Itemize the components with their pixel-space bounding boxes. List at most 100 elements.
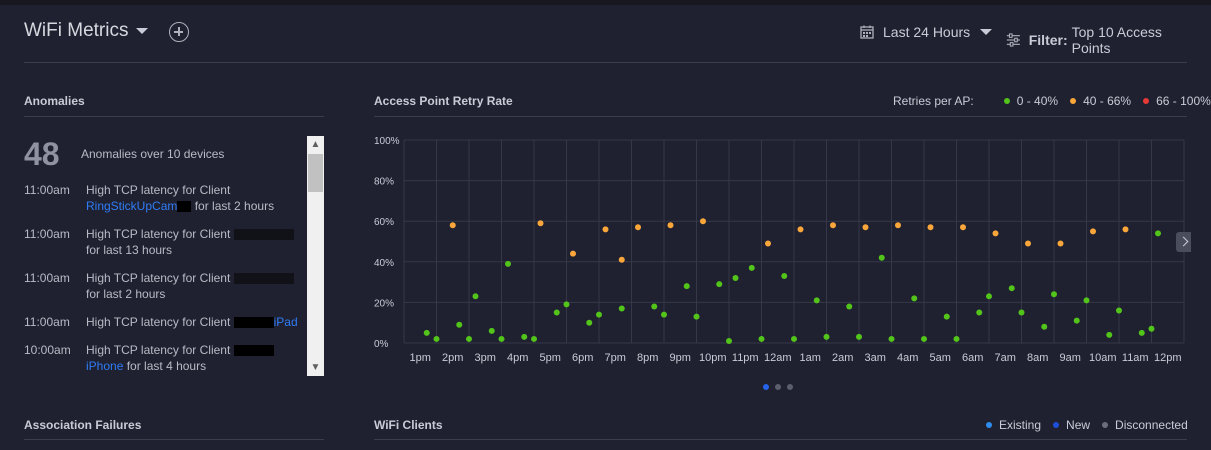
- anomaly-time: 11:00am: [24, 227, 70, 241]
- y-tick-label: 80%: [374, 177, 394, 188]
- data-point: [797, 226, 804, 233]
- x-tick-label: 12am: [764, 352, 792, 364]
- chart-next-arrow-icon[interactable]: [1176, 232, 1191, 252]
- anomaly-count: 48: [24, 136, 60, 172]
- scrollbar-thumb[interactable]: [308, 154, 323, 192]
- client-link[interactable]: [233, 229, 294, 241]
- legend-dot-icon: [1143, 98, 1150, 104]
- client-link[interactable]: RingStickUpCam: [86, 199, 177, 213]
- redaction: [233, 345, 274, 357]
- data-point: [732, 275, 739, 282]
- x-tick-label: 11am: [1122, 352, 1149, 364]
- data-point: [456, 321, 463, 328]
- association-divider: [24, 439, 324, 440]
- anomalies-title: Anomalies: [24, 94, 85, 108]
- data-point: [449, 222, 456, 229]
- data-point: [537, 220, 544, 227]
- page-dot[interactable]: [763, 384, 769, 390]
- x-tick-label: 12pm: [1154, 352, 1182, 364]
- anomaly-time: 11:00am: [24, 183, 70, 197]
- x-tick-label: 11pm: [732, 352, 759, 364]
- time-range-dropdown[interactable]: Last 24 Hours: [860, 24, 993, 40]
- data-point: [563, 301, 570, 308]
- page-dot[interactable]: [775, 384, 781, 390]
- data-point: [521, 333, 528, 340]
- data-point: [960, 224, 966, 231]
- filter-button[interactable]: Filter: Top 10 Access Points: [1006, 24, 1187, 56]
- x-tick-label: 3am: [865, 352, 886, 364]
- scroll-down-icon[interactable]: ▼: [307, 359, 324, 376]
- time-range-label: Last 24 Hours: [883, 24, 971, 40]
- data-point: [618, 305, 625, 312]
- data-point: [846, 303, 853, 310]
- data-point: [921, 335, 927, 342]
- anomaly-summary: Anomalies over 10 devices: [81, 147, 225, 161]
- legend-item: 66 - 100%: [1143, 94, 1211, 108]
- client-link[interactable]: [233, 273, 294, 285]
- data-point: [748, 264, 755, 271]
- data-point: [986, 293, 992, 300]
- anomaly-text: for last 13 hours: [86, 243, 173, 257]
- data-point: [433, 335, 440, 342]
- client-link[interactable]: iPhone: [86, 359, 123, 373]
- scroll-up-icon[interactable]: ▲: [307, 136, 324, 153]
- x-tick-label: 10pm: [699, 352, 727, 364]
- anomaly-text: for last 4 hours: [126, 359, 207, 373]
- calendar-icon: [860, 25, 874, 39]
- data-point: [856, 333, 862, 340]
- anomaly-message: High TCP latency for Client RingStickUpC…: [86, 182, 301, 214]
- redaction: [233, 317, 274, 329]
- page-dot[interactable]: [787, 384, 793, 390]
- x-tick-label: 3pm: [475, 352, 496, 364]
- anomaly-message: High TCP latency for Client iPad: [86, 314, 301, 330]
- page-header: WiFi Metrics Last 24 Hours Filter: Top 1…: [24, 18, 1187, 56]
- data-point: [943, 313, 950, 320]
- top-border: [0, 0, 1211, 5]
- add-dashboard-icon[interactable]: [169, 22, 189, 42]
- data-point: [423, 329, 430, 336]
- data-point: [498, 335, 505, 342]
- data-point: [726, 337, 732, 344]
- anomaly-text: High TCP latency for Client: [86, 315, 231, 329]
- dashboard-title: WiFi Metrics: [24, 20, 129, 41]
- data-point: [895, 222, 901, 229]
- legend-dot-icon: [1102, 422, 1109, 428]
- data-point: [693, 313, 700, 320]
- chevron-down-icon: [136, 27, 149, 34]
- retry-legend: Retries per AP: 0 - 40% 40 - 66% 66 - 10…: [893, 94, 1211, 108]
- x-tick-label: 2am: [832, 352, 853, 364]
- anomalies-divider: [24, 116, 324, 117]
- legend-label: Disconnected: [1115, 418, 1188, 432]
- x-tick-label: 6am: [962, 352, 983, 364]
- data-point: [700, 218, 706, 225]
- data-point: [862, 224, 869, 231]
- legend-item: New: [1053, 418, 1090, 432]
- legend-label: 0 - 40%: [1016, 94, 1059, 108]
- anomaly-time: 10:00am: [24, 343, 71, 357]
- x-tick-label: 1am: [800, 352, 821, 364]
- filter-label: Filter:: [1028, 32, 1068, 48]
- x-tick-label: 7pm: [605, 352, 626, 364]
- data-point: [911, 295, 918, 302]
- y-tick-label: 0%: [374, 339, 389, 350]
- legend-dot-icon: [986, 422, 992, 428]
- legend-dot-icon: [1070, 98, 1077, 104]
- filter-sliders-icon: [1006, 33, 1020, 47]
- anomalies-list[interactable]: 48 Anomalies over 10 devices 11:00am Hig…: [24, 136, 306, 376]
- wifi-clients-title: WiFi Clients: [374, 418, 443, 432]
- x-tick-label: 4pm: [507, 352, 528, 364]
- client-link[interactable]: iPad: [274, 315, 298, 329]
- header-divider: [24, 62, 1187, 63]
- data-point: [661, 311, 667, 318]
- association-failures-title: Association Failures: [24, 418, 142, 432]
- chevron-down-icon: [980, 29, 993, 35]
- data-point: [1138, 329, 1145, 336]
- data-point: [1051, 291, 1057, 298]
- anomaly-text: High TCP latency for Client: [86, 183, 231, 197]
- anomalies-scrollbar[interactable]: ▲ ▼: [307, 136, 324, 376]
- legend-label: New: [1066, 418, 1091, 432]
- anomaly-time: 11:00am: [24, 315, 70, 329]
- data-point: [531, 335, 537, 342]
- dashboard-title-dropdown[interactable]: WiFi Metrics: [24, 20, 149, 42]
- legend-item: Existing: [986, 418, 1041, 432]
